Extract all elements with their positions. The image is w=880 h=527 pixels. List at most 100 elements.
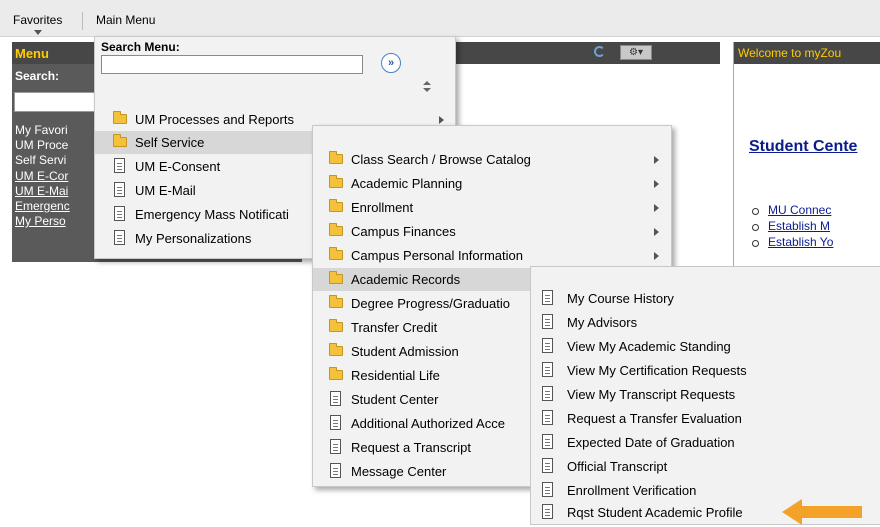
favorites-label: Favorites — [13, 13, 63, 27]
ar-item-my-advisors[interactable]: My Advisors — [531, 311, 880, 334]
ss-item-academic-planning[interactable]: Academic Planning — [313, 172, 671, 195]
page-icon — [542, 410, 553, 425]
ss-item-label: Academic Planning — [351, 176, 463, 191]
folder-icon — [329, 175, 343, 188]
ar-item-label: Request a Transfer Evaluation — [567, 411, 742, 426]
bullet-icon — [752, 208, 759, 215]
ss-item-campus-finances[interactable]: Campus Finances — [313, 220, 671, 243]
folder-icon — [329, 319, 343, 332]
page-icon — [542, 434, 553, 449]
welcome-link-mu-connect[interactable]: MU Connec — [768, 203, 831, 217]
ss-item-campus-personal-info[interactable]: Campus Personal Information — [313, 244, 671, 267]
folder-icon — [329, 367, 343, 380]
page-icon — [114, 230, 125, 245]
ss-item-label: Academic Records — [351, 272, 461, 287]
page-icon — [542, 290, 553, 305]
menu-item-my-personalizations[interactable]: My Perso — [15, 214, 66, 228]
menu-item-um-e-mail[interactable]: UM E-Mai — [15, 184, 68, 198]
folder-icon — [329, 295, 343, 308]
menu-item-um-processes[interactable]: UM Proce — [15, 138, 68, 152]
page-icon — [542, 482, 553, 497]
folder-icon — [113, 134, 127, 147]
main-menu-label: Main Menu — [96, 13, 156, 27]
ar-item-label: My Advisors — [567, 315, 638, 330]
page-icon — [542, 362, 553, 377]
page-icon — [542, 338, 553, 353]
chevron-right-icon — [654, 252, 659, 260]
menu-item-emergency[interactable]: Emergenc — [15, 199, 70, 213]
welcome-pagelet-header: Welcome to myZou — [734, 42, 880, 64]
menu-search-input[interactable] — [14, 92, 100, 112]
ss-item-label: Transfer Credit — [351, 320, 438, 335]
chevron-down-icon — [33, 30, 42, 35]
ar-item-my-course-history[interactable]: My Course History — [531, 287, 880, 310]
folder-icon — [329, 223, 343, 236]
main-menu-item-label: UM E-Consent — [135, 159, 221, 174]
main-menu-search-label: Search Menu: — [101, 40, 180, 54]
ss-item-label: Additional Authorized Acce — [351, 416, 505, 431]
ar-item-label: Expected Date of Graduation — [567, 435, 735, 450]
main-menu-item-label: Self Service — [135, 135, 205, 150]
folder-icon — [329, 271, 343, 284]
folder-icon — [329, 151, 343, 164]
menu-item-self-service[interactable]: Self Servi — [15, 153, 66, 167]
ar-item-official-transcript[interactable]: Official Transcript — [531, 455, 880, 478]
scroll-updown-icon[interactable] — [423, 81, 431, 93]
ar-item-label: My Course History — [567, 291, 674, 306]
ar-item-expected-graduation[interactable]: Expected Date of Graduation — [531, 431, 880, 454]
chevron-right-icon — [439, 116, 444, 124]
page-icon — [330, 439, 341, 454]
page-icon — [114, 206, 125, 221]
ss-item-label: Enrollment — [351, 200, 414, 215]
top-nav-bar: Favorites Main Menu — [0, 0, 880, 37]
folder-icon — [329, 247, 343, 260]
ss-item-class-search[interactable]: Class Search / Browse Catalog — [313, 148, 671, 171]
ar-item-label: Official Transcript — [567, 459, 668, 474]
main-menu[interactable]: Main Menu — [96, 13, 155, 27]
menu-search-label: Search: — [15, 69, 60, 83]
folder-icon — [329, 199, 343, 212]
ss-item-label: Class Search / Browse Catalog — [351, 152, 531, 167]
favorites-menu[interactable]: Favorites — [13, 13, 63, 35]
arrow-left-icon — [782, 499, 862, 525]
gear-menu-button[interactable]: ⚙▾ — [620, 45, 652, 60]
ar-item-label: Enrollment Verification — [567, 483, 697, 498]
main-menu-item-label: My Personalizations — [135, 231, 252, 246]
refresh-icon[interactable] — [594, 46, 605, 57]
ar-item-certification-requests[interactable]: View My Certification Requests — [531, 359, 880, 382]
main-menu-item-label: Emergency Mass Notificati — [135, 207, 289, 222]
welcome-link-establish-yo[interactable]: Establish Yo — [768, 235, 833, 249]
main-menu-item-label: UM Processes and Reports — [135, 112, 294, 127]
menu-item-my-favorites[interactable]: My Favori — [15, 123, 68, 137]
ar-item-label: View My Certification Requests — [567, 363, 747, 378]
chevron-right-icon — [654, 180, 659, 188]
ar-item-label: View My Transcript Requests — [567, 387, 736, 402]
ar-item-transfer-evaluation[interactable]: Request a Transfer Evaluation — [531, 407, 880, 430]
ss-item-label: Residential Life — [351, 368, 440, 383]
page-icon — [114, 182, 125, 197]
search-go-button[interactable]: » — [381, 53, 401, 73]
ss-item-label: Message Center — [351, 464, 447, 479]
chevron-right-icon — [654, 228, 659, 236]
chevron-right-icon — [654, 156, 659, 164]
welcome-link-establish-m[interactable]: Establish M — [768, 219, 830, 233]
ss-item-label: Campus Finances — [351, 224, 456, 239]
main-menu-search-input[interactable] — [101, 55, 363, 74]
page-icon — [330, 415, 341, 430]
ss-item-label: Student Center — [351, 392, 439, 407]
page-icon — [330, 463, 341, 478]
ar-item-label: Rqst Student Academic Profile — [567, 505, 743, 520]
ar-item-transcript-requests[interactable]: View My Transcript Requests — [531, 383, 880, 406]
middle-pagelet-header: ⚙▾ — [420, 42, 720, 64]
folder-icon — [329, 343, 343, 356]
page-icon — [330, 391, 341, 406]
bullet-icon — [752, 224, 759, 231]
chevron-right-icon — [654, 204, 659, 212]
page-icon — [542, 314, 553, 329]
bullet-icon — [752, 240, 759, 247]
ar-item-label: View My Academic Standing — [567, 339, 731, 354]
ar-item-academic-standing[interactable]: View My Academic Standing — [531, 335, 880, 358]
menu-item-um-e-consent[interactable]: UM E-Cor — [15, 169, 68, 183]
ss-item-enrollment[interactable]: Enrollment — [313, 196, 671, 219]
student-center-heading[interactable]: Student Cente — [749, 138, 857, 156]
